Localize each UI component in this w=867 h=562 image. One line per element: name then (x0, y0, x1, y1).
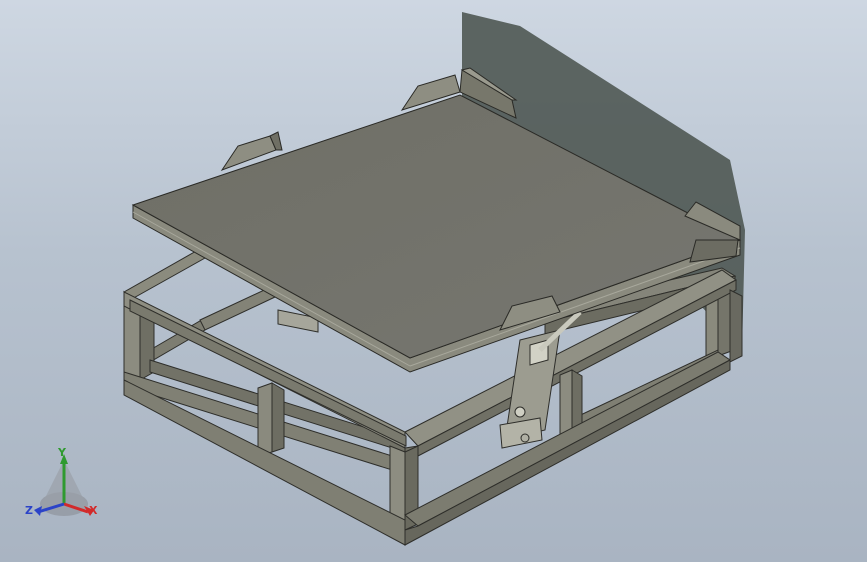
triad-x-label: X (89, 504, 98, 517)
3d-viewport[interactable]: Y X Z (0, 0, 867, 562)
triad-axes-icon (34, 454, 94, 516)
coordinate-triad: Y X Z (22, 446, 112, 526)
triad-y-label: Y (58, 446, 66, 459)
tilting-table-model[interactable] (0, 0, 867, 562)
triad-z-label: Z (25, 504, 33, 517)
